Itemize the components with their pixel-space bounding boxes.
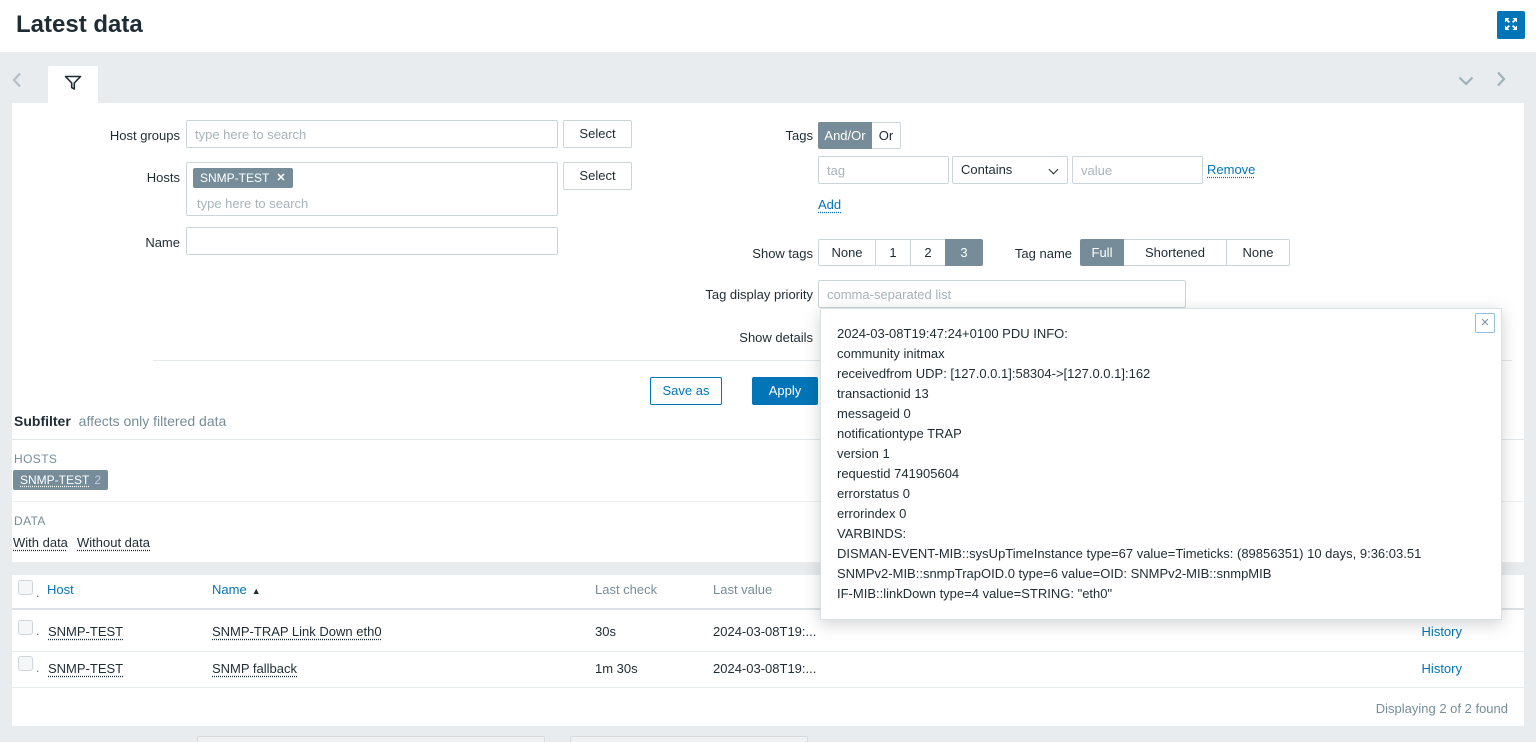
tags-operator-andor[interactable]: And/Or: [818, 122, 872, 149]
tag-operator-selected-value: Contains: [961, 162, 1012, 177]
host-chip: SNMP-TEST ✕: [193, 168, 293, 188]
subfilter-hosts-header: HOSTS: [14, 452, 57, 466]
chevron-right-icon[interactable]: [1496, 71, 1506, 90]
checkbox-separator-dot: .: [36, 661, 39, 675]
popup-line: requestid 741905604: [837, 464, 1485, 484]
tag-name-segmented: Full Shortened None: [1080, 239, 1290, 266]
tag-name-full[interactable]: Full: [1080, 239, 1124, 266]
popup-line: errorstatus 0: [837, 484, 1485, 504]
collapse-filter-chevron-down-icon[interactable]: [1458, 74, 1474, 89]
row-item-name-link[interactable]: SNMP-TRAP Link Down eth0: [212, 624, 382, 639]
row-checkbox[interactable]: [18, 656, 33, 671]
checkbox-separator-dot: .: [36, 586, 39, 600]
popup-line: messageid 0: [837, 404, 1485, 424]
host-groups-input[interactable]: [186, 120, 558, 148]
popup-line: transactionid 13: [837, 384, 1485, 404]
host-chip-remove-icon[interactable]: ✕: [276, 173, 285, 184]
sort-ascending-icon: ▲: [252, 586, 261, 596]
popup-line: VARBINDS:: [837, 524, 1485, 544]
host-groups-label: Host groups: [20, 128, 180, 143]
tags-operator-or[interactable]: Or: [871, 122, 901, 149]
tag-name-none[interactable]: None: [1226, 239, 1290, 266]
popup-line: version 1: [837, 444, 1485, 464]
popup-line: notificationtype TRAP: [837, 424, 1485, 444]
bottom-action-button-stub: [570, 736, 808, 742]
chevron-left-icon[interactable]: [12, 72, 22, 91]
apply-button[interactable]: Apply: [752, 377, 818, 405]
popup-line: SNMPv2-MIB::snmpTrapOID.0 type=6 value=O…: [837, 564, 1485, 584]
checkbox-separator-dot: .: [36, 624, 39, 638]
subfilter-data-header: DATA: [14, 514, 46, 528]
filter-funnel-icon: [64, 75, 82, 96]
row-history-link[interactable]: History: [1412, 661, 1462, 676]
column-header-name[interactable]: Name▲: [212, 582, 261, 597]
tag-display-priority-input[interactable]: [818, 280, 1186, 308]
row-last-value: 2024-03-08T19:...: [713, 624, 816, 639]
row-divider: [12, 651, 1524, 652]
tag-operator-select[interactable]: Contains: [952, 156, 1068, 184]
popup-line: DISMAN-EVENT-MIB::sysUpTimeInstance type…: [837, 544, 1485, 564]
subfilter-host-chip-count: 2: [94, 473, 101, 487]
tag-name-input[interactable]: [818, 156, 949, 184]
trap-value-popup: ✕ 2024-03-08T19:47:24+0100 PDU INFO: com…: [820, 308, 1502, 620]
page-title: Latest data: [16, 11, 143, 39]
subfilter-heading: Subfilter affects only filtered data: [14, 413, 226, 429]
popup-close-icon[interactable]: ✕: [1475, 313, 1495, 333]
subfilter-without-data-link[interactable]: Without data: [77, 535, 150, 550]
popup-line: errorindex 0: [837, 504, 1485, 524]
tab-filter[interactable]: [48, 66, 98, 104]
save-as-button[interactable]: Save as: [650, 377, 722, 405]
popup-line: 2024-03-08T19:47:24+0100 PDU INFO:: [837, 324, 1485, 344]
host-chip-label: SNMP-TEST: [200, 171, 269, 185]
host-groups-select-button[interactable]: Select: [563, 120, 632, 148]
row-divider: [12, 687, 1524, 688]
popup-line: receivedfrom UDP: [127.0.0.1]:58304->[12…: [837, 364, 1485, 384]
column-header-last-value: Last value: [713, 582, 772, 597]
tags-label: Tags: [653, 128, 813, 143]
name-label: Name: [20, 235, 180, 250]
row-host-link[interactable]: SNMP-TEST: [48, 624, 123, 639]
tag-value-input[interactable]: [1072, 156, 1203, 184]
hosts-label: Hosts: [20, 170, 180, 185]
subfilter-title: Subfilter: [14, 413, 71, 429]
popup-line: IF-MIB::linkDown type=4 value=STRING: "e…: [837, 584, 1485, 604]
show-tags-1[interactable]: 1: [875, 239, 911, 266]
tag-remove-link[interactable]: Remove: [1207, 162, 1255, 177]
hosts-multiselect[interactable]: SNMP-TEST ✕ type here to search: [186, 162, 558, 216]
popup-line: community initmax: [837, 344, 1485, 364]
table-footer-count: Displaying 2 of 2 found: [1300, 701, 1508, 716]
select-all-checkbox[interactable]: [18, 580, 33, 595]
show-tags-segmented: None 1 2 3: [818, 239, 983, 266]
name-input[interactable]: [186, 227, 558, 255]
show-tags-none[interactable]: None: [818, 239, 876, 266]
subfilter-subtitle: affects only filtered data: [79, 413, 227, 429]
fullscreen-button[interactable]: [1497, 11, 1525, 39]
row-host-link[interactable]: SNMP-TEST: [48, 661, 123, 676]
show-details-label: Show details: [653, 330, 813, 345]
row-last-value: 2024-03-08T19:...: [713, 661, 816, 676]
subfilter-host-chip-name[interactable]: SNMP-TEST: [20, 473, 89, 487]
tag-add-link[interactable]: Add: [818, 197, 841, 212]
subfilter-with-data-link[interactable]: With data: [13, 535, 68, 550]
subfilter-host-chip[interactable]: SNMP-TEST 2: [13, 470, 108, 490]
hosts-multiselect-placeholder: type here to search: [193, 196, 551, 211]
hosts-select-button[interactable]: Select: [563, 162, 632, 190]
tags-operator-segmented: And/Or Or: [818, 122, 901, 149]
select-chevron-down-icon: [1049, 165, 1059, 175]
column-header-last-check: Last check: [595, 582, 657, 597]
row-checkbox[interactable]: [18, 620, 33, 635]
column-header-host[interactable]: Host: [47, 582, 74, 597]
row-last-check: 30s: [595, 624, 616, 639]
tag-name-mode-label: Tag name: [990, 246, 1072, 261]
row-history-link[interactable]: History: [1412, 624, 1462, 639]
show-tags-2[interactable]: 2: [910, 239, 946, 266]
row-item-name-link[interactable]: SNMP fallback: [212, 661, 297, 676]
show-tags-3[interactable]: 3: [945, 239, 983, 266]
tag-display-priority-label: Tag display priority: [653, 287, 813, 302]
row-last-check: 1m 30s: [595, 661, 638, 676]
fullscreen-icon: [1503, 16, 1519, 35]
tag-name-shortened[interactable]: Shortened: [1123, 239, 1227, 266]
bottom-action-button-stub: [197, 736, 545, 742]
show-tags-label: Show tags: [653, 246, 813, 261]
